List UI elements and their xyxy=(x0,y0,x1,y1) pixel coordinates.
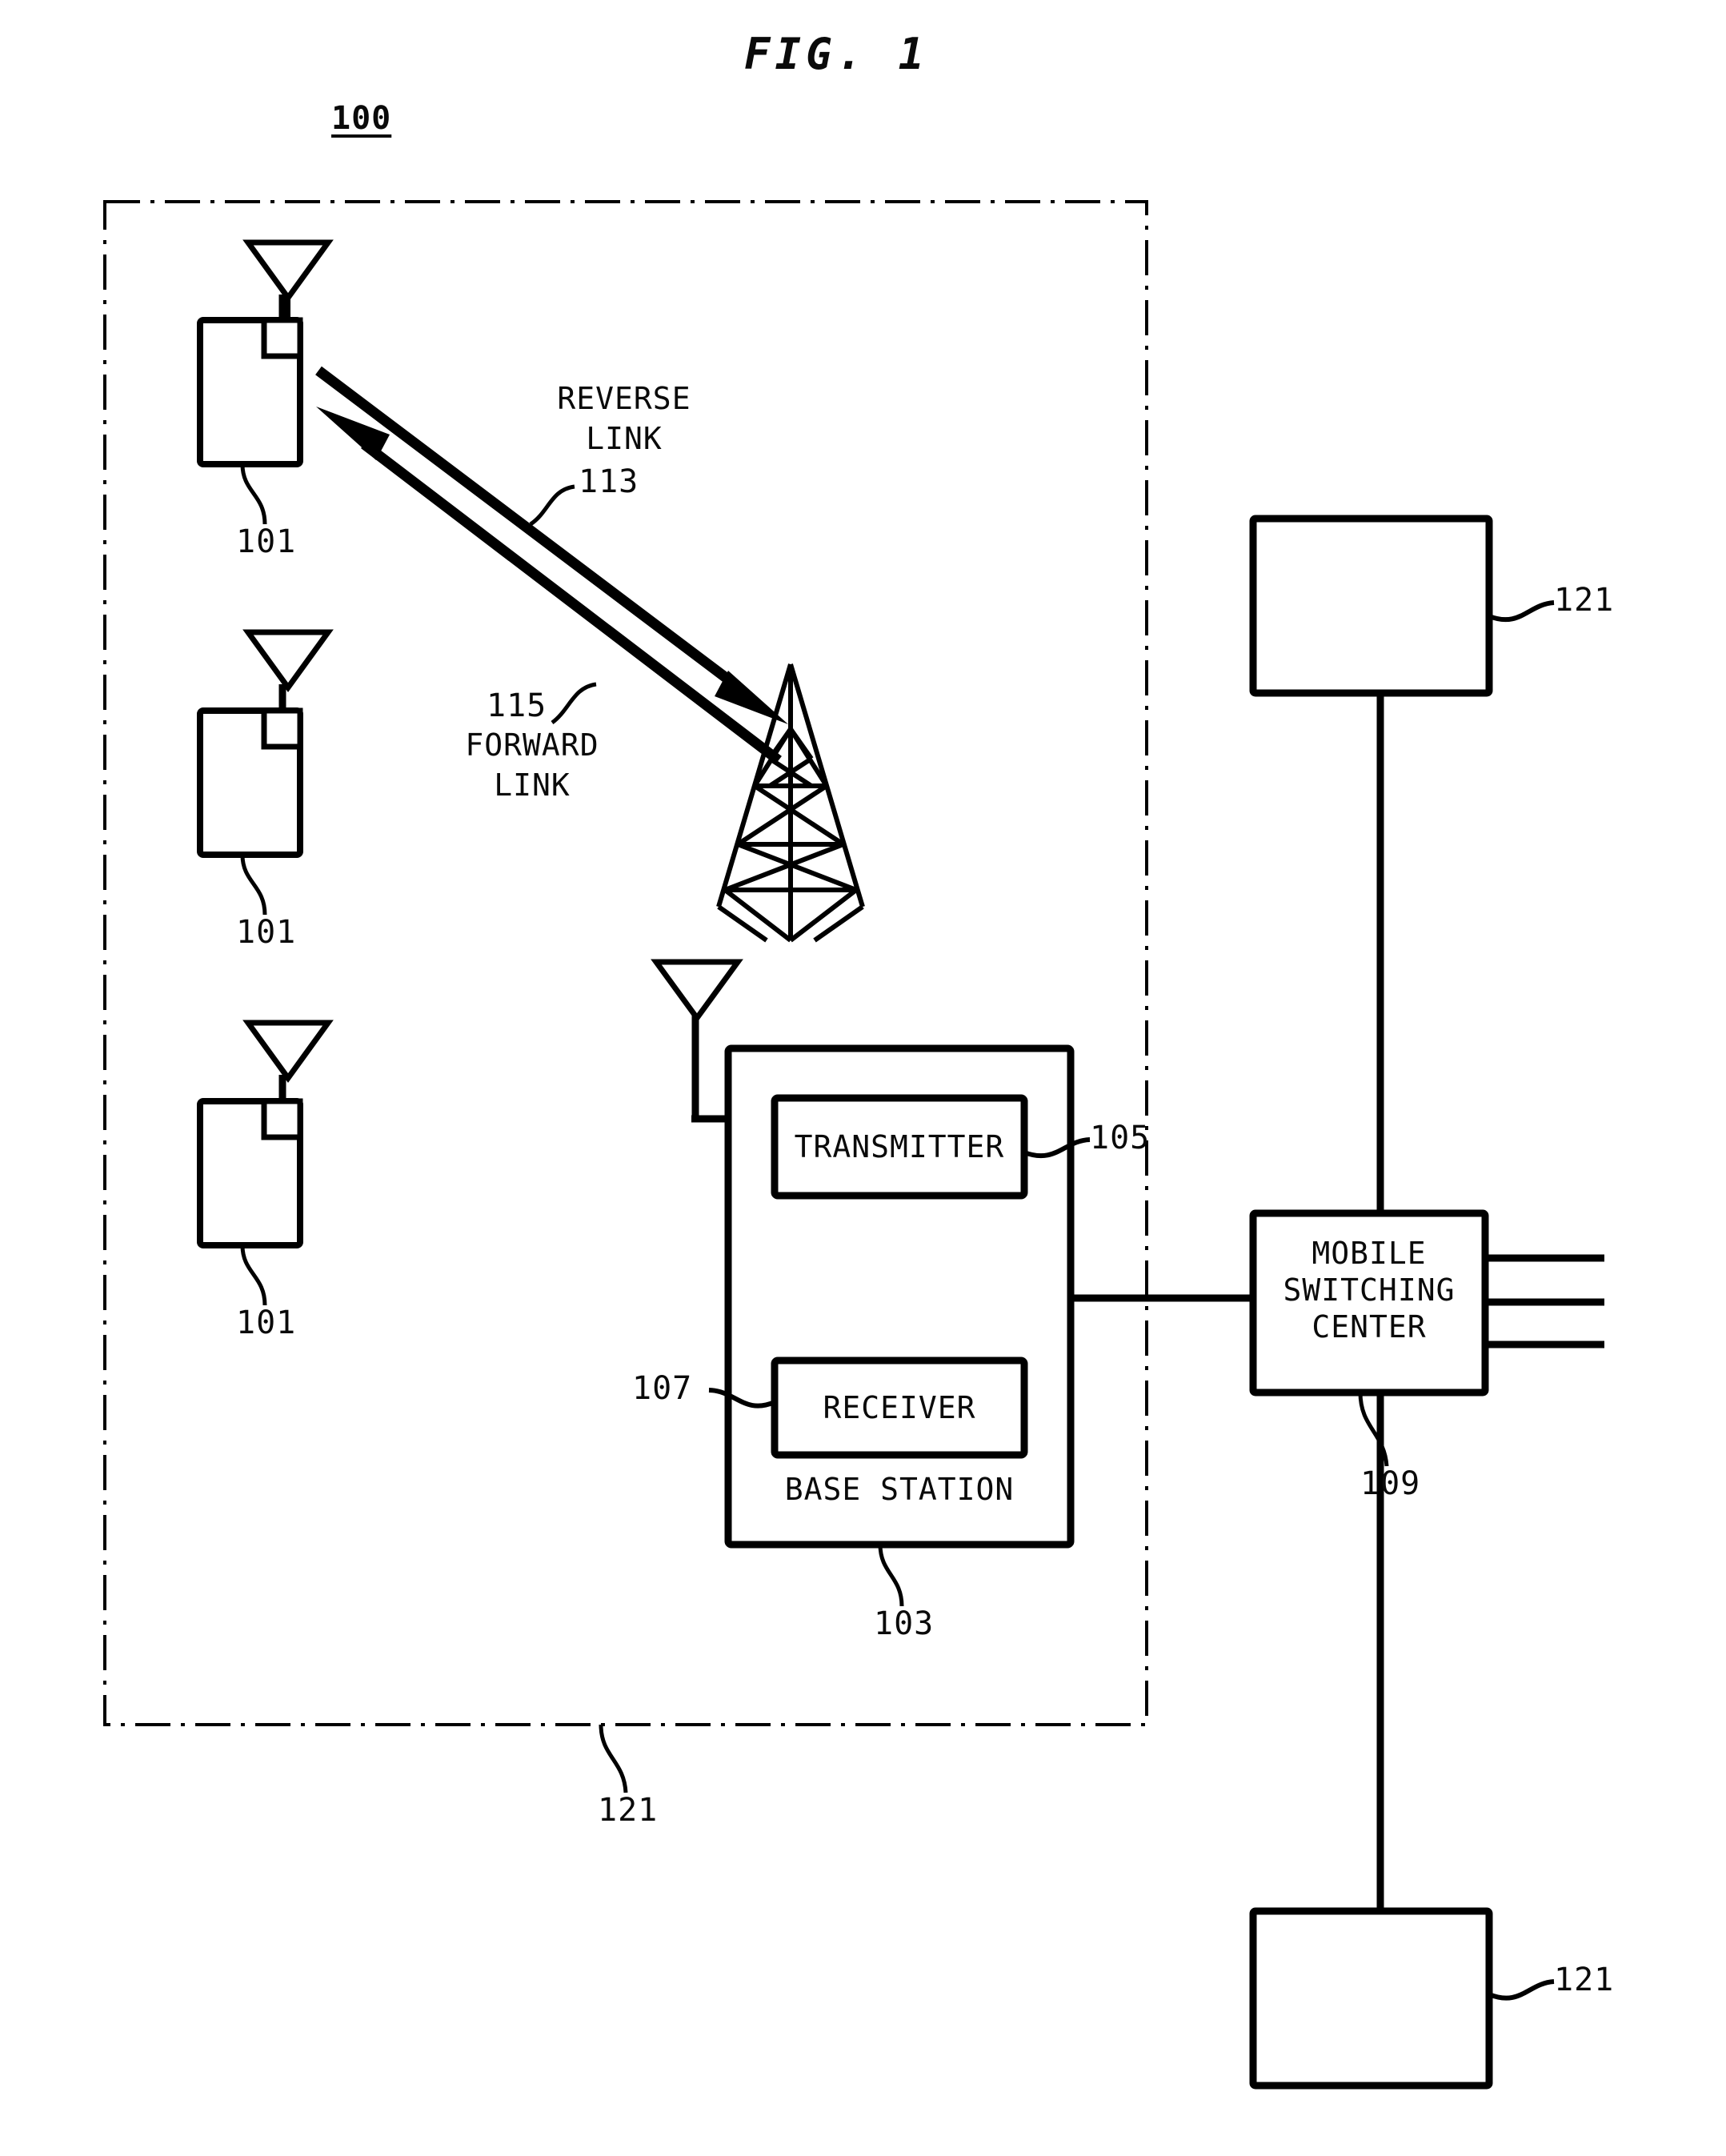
network-boundary-leader xyxy=(599,1724,628,1793)
ref-label-mobile-station-3: 101 xyxy=(236,1304,297,1341)
reverse-link-label-line1: REVERSE xyxy=(557,381,691,416)
antenna-icon-2 xyxy=(242,629,334,692)
handset-notch-2 xyxy=(261,707,303,750)
forward-link-arrow xyxy=(316,407,782,765)
forward-link-label-line1: FORWARD xyxy=(465,727,599,763)
handset-notch-3 xyxy=(261,1098,303,1140)
reverse-link-label-line2: LINK xyxy=(586,421,663,456)
antenna-icon-3 xyxy=(242,1020,334,1083)
ref-label-receiver: 107 xyxy=(632,1370,693,1407)
msc-label-line2: SWITCHING xyxy=(1283,1272,1456,1308)
peer-bottom-rect xyxy=(1249,1907,1493,2090)
leader-121-bottom xyxy=(1488,1979,1555,2001)
base-station-label: BASE STATION xyxy=(784,1472,1015,1507)
msc-label-line3: CENTER xyxy=(1312,1309,1427,1344)
ref-label-mobile-station-2: 101 xyxy=(236,914,297,951)
receiver-label: RECEIVER xyxy=(823,1390,976,1425)
mobile-station-2 xyxy=(197,629,334,916)
mobile-station-3 xyxy=(197,1020,334,1306)
antenna-icon-1 xyxy=(242,239,334,303)
page-title: FIG. 1 xyxy=(744,29,930,79)
ref-label-forward-link: 115 xyxy=(487,687,547,724)
msc-label-line1: MOBILE xyxy=(1312,1236,1427,1271)
system-reference-number: 100 xyxy=(331,100,392,137)
leader-101-3 xyxy=(240,1244,267,1306)
patent-figure-1: FIG. 1 100 101 101 101 REVERSE LINK 113 … xyxy=(0,0,1726,2156)
forward-link-label-line2: LINK xyxy=(494,767,571,803)
figure-canvas xyxy=(103,200,1604,2090)
ref-label-peer-network-top: 121 xyxy=(1554,582,1615,619)
ref-label-network-boundary: 121 xyxy=(598,1792,659,1829)
leader-103 xyxy=(878,1544,904,1607)
ref-label-msc: 109 xyxy=(1360,1465,1421,1502)
leader-113 xyxy=(529,484,575,527)
transmitter-label: TRANSMITTER xyxy=(794,1129,1005,1164)
ref-label-peer-network-bottom: 121 xyxy=(1554,1962,1615,1998)
leader-121-top xyxy=(1488,600,1555,623)
leader-101-2 xyxy=(240,854,267,916)
ref-label-mobile-station-1: 101 xyxy=(236,523,297,560)
antenna-icon-bs xyxy=(651,959,743,1023)
mobile-station-1 xyxy=(197,239,334,525)
ref-label-transmitter: 105 xyxy=(1090,1120,1151,1156)
leader-101-1 xyxy=(240,463,267,525)
ref-label-reverse-link: 113 xyxy=(579,463,639,500)
peer-network-top-block xyxy=(1249,515,1555,1213)
leader-115 xyxy=(551,682,597,725)
ref-label-base-station: 103 xyxy=(874,1605,935,1642)
handset-notch-1 xyxy=(261,317,303,359)
peer-top-rect xyxy=(1249,515,1493,697)
